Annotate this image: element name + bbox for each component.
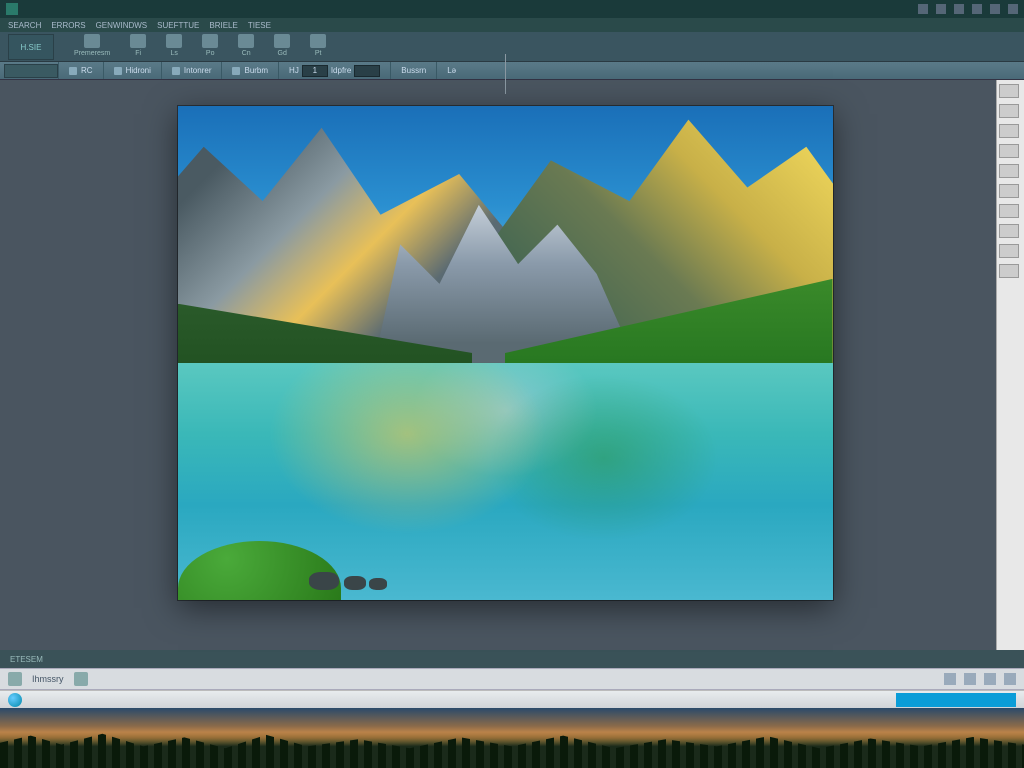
panel-icon[interactable] bbox=[999, 164, 1019, 178]
menu-item[interactable]: SEARCH bbox=[8, 21, 41, 30]
panel-icon[interactable] bbox=[999, 84, 1019, 98]
guide-line[interactable] bbox=[505, 54, 506, 94]
tray-icon[interactable] bbox=[918, 4, 928, 14]
titlebar bbox=[0, 0, 1024, 18]
taskbar-strip bbox=[0, 690, 1024, 708]
tool-icon bbox=[238, 34, 254, 48]
options-label: Lə bbox=[447, 66, 456, 75]
ribbon-button[interactable]: Pt bbox=[310, 34, 326, 57]
menu-item[interactable]: GENWINDWS bbox=[96, 21, 148, 30]
tray-icon[interactable] bbox=[954, 4, 964, 14]
status-text: Ihmssry bbox=[32, 674, 64, 684]
ribbon-button-label: Premeresm bbox=[74, 50, 110, 57]
ribbon-button-label: Po bbox=[206, 50, 215, 57]
ribbon-button[interactable]: Premeresm bbox=[74, 34, 110, 57]
status-mini-icon[interactable] bbox=[944, 673, 956, 685]
desktop-trees bbox=[0, 732, 1024, 768]
workspace bbox=[0, 80, 1024, 650]
image-canvas[interactable] bbox=[178, 106, 833, 600]
status-bar-dark: ETESEM bbox=[0, 650, 1024, 668]
status-mini-icon[interactable] bbox=[964, 673, 976, 685]
panel-icon[interactable] bbox=[999, 204, 1019, 218]
panel-icon[interactable] bbox=[999, 184, 1019, 198]
panel-icon[interactable] bbox=[999, 124, 1019, 138]
status-label: ETESEM bbox=[10, 655, 43, 664]
ribbon-button-label: Fi bbox=[135, 50, 141, 57]
tray-icon[interactable] bbox=[990, 4, 1000, 14]
start-orb-icon[interactable] bbox=[8, 693, 22, 707]
field-label: HJ bbox=[289, 66, 299, 75]
panel-icon[interactable] bbox=[999, 144, 1019, 158]
panel-icon[interactable] bbox=[999, 264, 1019, 278]
taskbar-accent[interactable] bbox=[896, 693, 1016, 707]
field-input[interactable] bbox=[302, 65, 328, 77]
ribbon-button-label: Cn bbox=[242, 50, 251, 57]
left-gutter bbox=[0, 80, 14, 650]
menu-item[interactable]: ERRORS bbox=[51, 21, 85, 30]
ribbon-button[interactable]: Gd bbox=[274, 34, 290, 57]
tray-icon[interactable] bbox=[936, 4, 946, 14]
menu-item[interactable]: SUEFTTUE bbox=[157, 21, 199, 30]
ribbon-button[interactable]: Po bbox=[202, 34, 218, 57]
app-icon[interactable] bbox=[6, 3, 18, 15]
field-input[interactable] bbox=[354, 65, 380, 77]
options-item[interactable]: RC bbox=[58, 62, 103, 79]
option-icon bbox=[69, 67, 77, 75]
status-icon[interactable] bbox=[8, 672, 22, 686]
status-icon[interactable] bbox=[74, 672, 88, 686]
options-item[interactable]: Bussrn bbox=[390, 62, 436, 79]
options-field: HJ Idpfre bbox=[278, 62, 390, 79]
ribbon-button[interactable]: Ls bbox=[166, 34, 182, 57]
menu-item[interactable]: TIESE bbox=[248, 21, 271, 30]
right-panel bbox=[996, 80, 1024, 650]
painting-foreground-rocks bbox=[309, 561, 427, 591]
panel-icon[interactable] bbox=[999, 224, 1019, 238]
options-item[interactable]: Burbm bbox=[221, 62, 278, 79]
panel-icon[interactable] bbox=[999, 244, 1019, 258]
ribbon-button-label: Pt bbox=[315, 50, 322, 57]
ribbon-toolbar: H.SIE Premeresm Fi Ls Po Cn Gd Pt bbox=[0, 32, 1024, 62]
options-label: Intonrer bbox=[184, 66, 212, 75]
tool-icon bbox=[310, 34, 326, 48]
options-label: Bussrn bbox=[401, 66, 426, 75]
tool-icon bbox=[274, 34, 290, 48]
tray-icon[interactable] bbox=[972, 4, 982, 14]
status-mini-icon[interactable] bbox=[984, 673, 996, 685]
options-label: Burbm bbox=[244, 66, 268, 75]
ribbon-button[interactable]: Fi bbox=[130, 34, 146, 57]
options-left-tab[interactable] bbox=[4, 64, 58, 78]
tool-icon bbox=[130, 34, 146, 48]
option-icon bbox=[172, 67, 180, 75]
options-item[interactable]: Lə bbox=[436, 62, 466, 79]
ribbon-left-tab[interactable]: H.SIE bbox=[8, 34, 54, 60]
menu-item[interactable]: BRIELE bbox=[209, 21, 237, 30]
tray-icon[interactable] bbox=[1008, 4, 1018, 14]
options-label: Hidroni bbox=[126, 66, 151, 75]
tool-icon bbox=[202, 34, 218, 48]
field-label: Idpfre bbox=[331, 66, 351, 75]
ribbon-button-label: Ls bbox=[170, 50, 177, 57]
option-icon bbox=[232, 67, 240, 75]
status-right-icons bbox=[944, 673, 1016, 685]
options-item[interactable]: Intonrer bbox=[161, 62, 222, 79]
panel-icon[interactable] bbox=[999, 104, 1019, 118]
ribbon-button-label: Gd bbox=[278, 50, 287, 57]
options-label: RC bbox=[81, 66, 93, 75]
status-mini-icon[interactable] bbox=[1004, 673, 1016, 685]
tool-icon bbox=[166, 34, 182, 48]
options-bar: RC Hidroni Intonrer Burbm HJ Idpfre Buss… bbox=[0, 62, 1024, 80]
ribbon-button[interactable]: Cn bbox=[238, 34, 254, 57]
tool-icon bbox=[84, 34, 100, 48]
option-icon bbox=[114, 67, 122, 75]
status-bar-light: Ihmssry bbox=[0, 668, 1024, 690]
canvas-area[interactable] bbox=[14, 80, 996, 650]
options-item[interactable]: Hidroni bbox=[103, 62, 161, 79]
system-tray bbox=[918, 4, 1018, 14]
desktop-preview bbox=[0, 708, 1024, 768]
menu-bar: SEARCH ERRORS GENWINDWS SUEFTTUE BRIELE … bbox=[0, 18, 1024, 32]
